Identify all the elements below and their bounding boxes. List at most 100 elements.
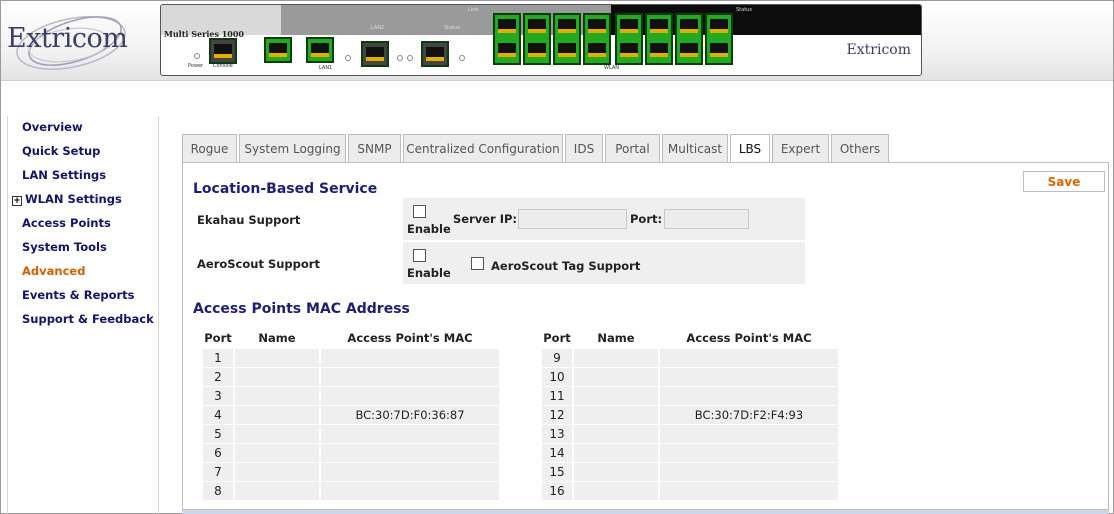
- mac-table-right: Port Name Access Point's MAC 9 10 11 12 BC:3…: [540, 326, 840, 501]
- port-cell: 2: [203, 368, 233, 386]
- table-row: 8: [203, 482, 499, 500]
- col-port: Port: [542, 327, 572, 348]
- console-port-icon: [209, 38, 237, 64]
- port-cell: 1: [203, 349, 233, 367]
- name-cell: [235, 368, 319, 386]
- mac-cell: [321, 444, 499, 462]
- col-mac: Access Point's MAC: [321, 327, 499, 348]
- tab-ids[interactable]: IDS: [565, 134, 603, 163]
- wlan-label: WLAN: [604, 65, 620, 71]
- mac-cell: [660, 425, 838, 443]
- wlan-port-7-icon: [675, 13, 703, 65]
- lbs-section-title: Location-Based Service: [193, 181, 378, 197]
- table-row: 12 BC:30:7D:F2:F4:93: [542, 406, 838, 424]
- wlan-port-8-icon: [705, 13, 733, 65]
- brand-logo: Extricom: [7, 23, 128, 54]
- app-header: Extricom Multi Series 1000 Power Console…: [1, 1, 1113, 81]
- expand-plus-icon[interactable]: +: [12, 196, 22, 206]
- tab-rogue[interactable]: Rogue: [182, 134, 237, 163]
- ekahau-enable-checkbox[interactable]: [413, 205, 426, 218]
- sidebar-item-wlan-settings[interactable]: + WLAN Settings: [12, 192, 122, 206]
- table-row: 3: [203, 387, 499, 405]
- name-cell: [235, 349, 319, 367]
- port-input[interactable]: [664, 209, 749, 229]
- tab-system-logging[interactable]: System Logging: [239, 134, 346, 163]
- wlan-port-3-icon: [553, 13, 581, 65]
- mac-cell: [660, 387, 838, 405]
- tab-expert[interactable]: Expert: [772, 134, 829, 163]
- table-row: 2: [203, 368, 499, 386]
- mac-cell: [321, 387, 499, 405]
- port-cell: 5: [203, 425, 233, 443]
- tab-portal[interactable]: Portal: [605, 134, 660, 163]
- mac-cell: [321, 425, 499, 443]
- sidebar-item-advanced[interactable]: Advanced: [22, 264, 85, 278]
- table-row: 15: [542, 463, 838, 481]
- wlan-port-4-icon: [583, 13, 611, 65]
- tab-snmp[interactable]: SNMP: [348, 134, 401, 163]
- server-ip-input[interactable]: [518, 209, 627, 229]
- wlan-port-5-icon: [615, 13, 643, 65]
- lan1-label: LAN1: [319, 65, 333, 71]
- sidebar-item-events-reports[interactable]: Events & Reports: [22, 288, 135, 302]
- sidebar-item-overview[interactable]: Overview: [22, 120, 83, 134]
- power-label: Power: [188, 63, 204, 69]
- mac-cell: [321, 463, 499, 481]
- col-port: Port: [203, 327, 233, 348]
- sidebar-item-support-feedback[interactable]: Support & Feedback: [22, 312, 154, 326]
- tab-centralized-configuration[interactable]: Centralized Configuration: [403, 134, 563, 163]
- save-button[interactable]: Save: [1023, 171, 1105, 192]
- device-brand-logo: Extricom: [846, 42, 911, 58]
- mac-cell: [660, 444, 838, 462]
- name-cell: [574, 444, 658, 462]
- lan2-label: LAN2: [371, 25, 385, 31]
- lan2-led-a-icon: [397, 55, 403, 61]
- col-name: Name: [574, 327, 658, 348]
- ekahau-enable-label: Enable: [407, 222, 451, 236]
- table-row: 6: [203, 444, 499, 462]
- port-cell: 13: [542, 425, 572, 443]
- aeroscout-tag-checkbox[interactable]: [471, 257, 484, 270]
- port-cell: 14: [542, 444, 572, 462]
- aeroscout-tag-label: AeroScout Tag Support: [491, 259, 641, 273]
- sidebar-nav: Overview Quick Setup LAN Settings + WLAN …: [7, 116, 159, 514]
- status-label-2: Status: [444, 25, 460, 31]
- aeroscout-enable-checkbox[interactable]: [413, 249, 426, 262]
- server-ip-label: Server IP:: [453, 212, 518, 226]
- tab-others[interactable]: Others: [831, 134, 889, 163]
- wlan-port-1-icon: [493, 13, 521, 65]
- name-cell: [574, 406, 658, 424]
- name-cell: [574, 463, 658, 481]
- mac-cell: [321, 482, 499, 500]
- wlan-port-2-icon: [523, 13, 551, 65]
- port-cell: 9: [542, 349, 572, 367]
- mac-cell: [660, 482, 838, 500]
- port-cell: 11: [542, 387, 572, 405]
- tab-lbs[interactable]: LBS: [730, 134, 770, 164]
- tab-multicast[interactable]: Multicast: [662, 134, 728, 163]
- panel-bottom-bar: [182, 510, 1109, 514]
- port-cell: 3: [203, 387, 233, 405]
- table-row: 9: [542, 349, 838, 367]
- mac-cell: BC:30:7D:F0:36:87: [321, 406, 499, 424]
- mac-section-title: Access Points MAC Address: [193, 301, 410, 317]
- mac-cell: [321, 368, 499, 386]
- sidebar-item-quick-setup[interactable]: Quick Setup: [22, 144, 100, 158]
- name-cell: [235, 482, 319, 500]
- lan2-led-c-icon: [459, 55, 465, 61]
- lan1-port-a-icon: [264, 37, 292, 63]
- sidebar-item-system-tools[interactable]: System Tools: [22, 240, 107, 254]
- lbs-panel: Location-Based Service Save Ekahau Suppo…: [182, 162, 1109, 510]
- name-cell: [574, 368, 658, 386]
- table-row: 5: [203, 425, 499, 443]
- name-cell: [235, 406, 319, 424]
- table-row: 4 BC:30:7D:F0:36:87: [203, 406, 499, 424]
- lan2-port-a-icon: [361, 41, 389, 67]
- name-cell: [235, 387, 319, 405]
- sidebar-item-access-points[interactable]: Access Points: [22, 216, 111, 230]
- table-row: 1: [203, 349, 499, 367]
- mac-table-left: Port Name Access Point's MAC 1 2 3 4 BC:30:7…: [201, 326, 501, 501]
- table-row: 11: [542, 387, 838, 405]
- name-cell: [235, 425, 319, 443]
- sidebar-item-lan-settings[interactable]: LAN Settings: [22, 168, 106, 182]
